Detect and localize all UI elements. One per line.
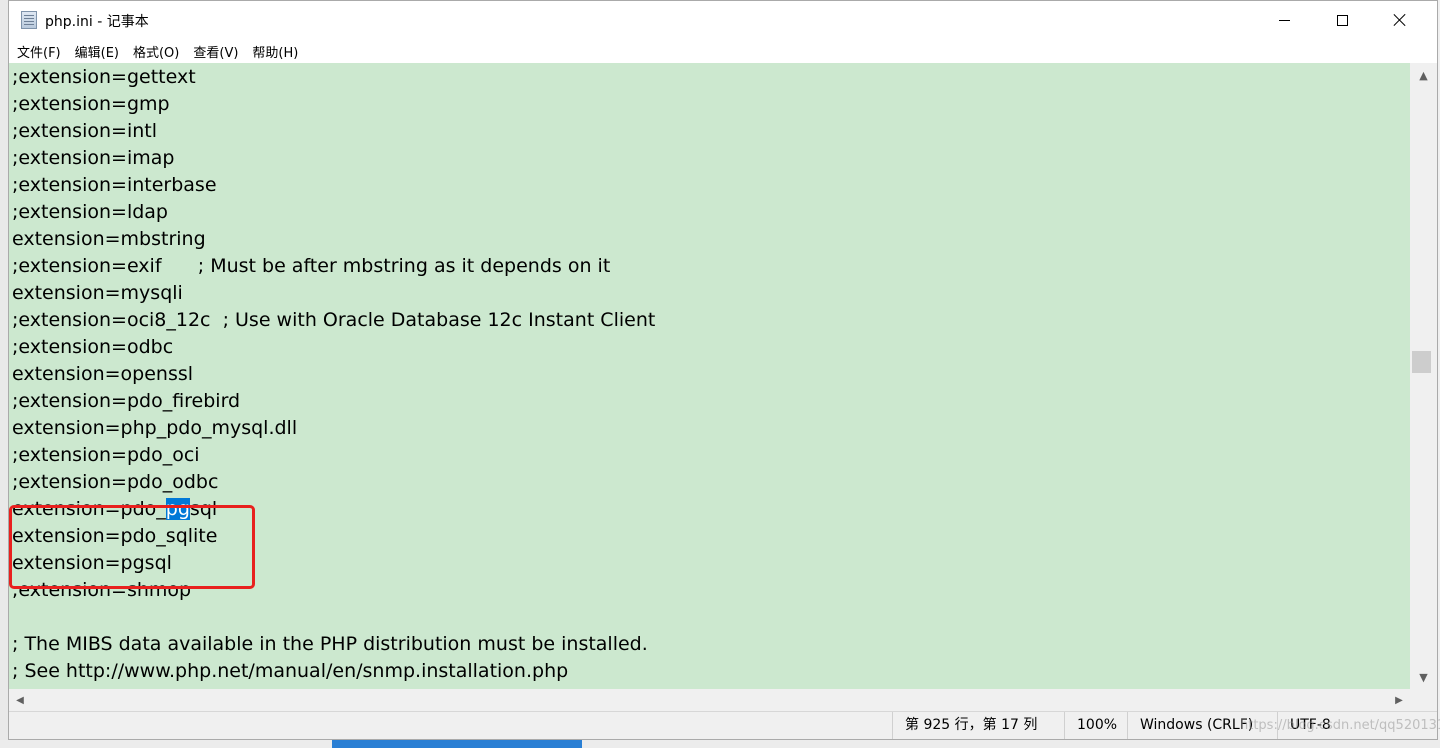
- cursor-position: 第 925 行，第 17 列: [892, 712, 1064, 739]
- code-line[interactable]: ;extension=oci8_12c ; Use with Oracle Da…: [12, 307, 655, 334]
- close-icon: [1393, 13, 1407, 27]
- code-text-before-selection: extension=pdo_: [12, 498, 166, 520]
- code-line-with-selection[interactable]: extension=pdo_pgsql: [12, 496, 217, 523]
- code-line[interactable]: ;extension=gettext: [12, 64, 196, 91]
- taskbar-strip: [0, 740, 1440, 748]
- notepad-app-icon: [21, 11, 37, 29]
- code-line[interactable]: ; See http://www.php.net/manual/en/snmp.…: [12, 658, 568, 685]
- zoom-level: 100%: [1064, 712, 1127, 739]
- notepad-window: php.ini - 记事本 文件(F) 编辑(E) 格式(O) 查看(V) 帮助…: [8, 0, 1438, 740]
- scrollbar-thumb[interactable]: [1412, 351, 1431, 373]
- text-editor-area[interactable]: ;extension=gettext ;extension=gmp ;exten…: [9, 63, 1410, 689]
- code-line[interactable]: extension=pdo_sqlite: [12, 523, 217, 550]
- watermark-text: https://blog.csdn.net/qq5201314xx: [1240, 718, 1440, 733]
- background-window-edge: [0, 0, 8, 748]
- code-line[interactable]: ;extension=ldap: [12, 199, 168, 226]
- scroll-down-icon[interactable]: ▼: [1410, 665, 1437, 689]
- scroll-right-icon[interactable]: ▶: [1388, 689, 1410, 711]
- code-line[interactable]: ;extension=odbc: [12, 334, 173, 361]
- code-line[interactable]: extension=php_pdo_mysql.dll: [12, 415, 297, 442]
- code-line[interactable]: extension=mbstring: [12, 226, 206, 253]
- window-title: php.ini - 记事本: [45, 14, 149, 30]
- scrollbar-corner: [1410, 689, 1437, 711]
- status-bar: 第 925 行，第 17 列 100% Windows (CRLF) UTF-8: [9, 711, 1437, 739]
- selected-text[interactable]: pg: [165, 498, 190, 520]
- maximize-button[interactable]: [1313, 1, 1371, 39]
- code-line[interactable]: ;extension=imap: [12, 145, 174, 172]
- code-text-after-selection: sql: [189, 498, 218, 520]
- title-bar[interactable]: php.ini - 记事本: [9, 1, 1437, 39]
- scroll-left-icon[interactable]: ◀: [9, 689, 31, 711]
- code-line[interactable]: ;extension=pdo_odbc: [12, 469, 218, 496]
- code-line[interactable]: extension=pgsql: [12, 550, 172, 577]
- maximize-icon: [1336, 14, 1348, 26]
- code-line[interactable]: ;extension=gmp: [12, 91, 170, 118]
- vertical-scrollbar[interactable]: ▲ ▼: [1410, 63, 1437, 689]
- code-line[interactable]: extension=openssl: [12, 361, 193, 388]
- code-line[interactable]: ;extension=pdo_firebird: [12, 388, 240, 415]
- menu-help[interactable]: 帮助(H): [246, 42, 304, 61]
- menu-format[interactable]: 格式(O): [127, 42, 185, 61]
- minimize-button[interactable]: [1255, 1, 1313, 39]
- close-button[interactable]: [1371, 1, 1429, 39]
- code-line[interactable]: extension=mysqli: [12, 280, 183, 307]
- menu-edit[interactable]: 编辑(E): [69, 42, 125, 61]
- code-line[interactable]: ; The MIBS data available in the PHP dis…: [12, 631, 648, 658]
- horizontal-scrollbar[interactable]: ◀ ▶: [9, 689, 1410, 711]
- code-line[interactable]: ;extension=interbase: [12, 172, 217, 199]
- menu-file[interactable]: 文件(F): [11, 42, 67, 61]
- code-line[interactable]: ;extension=intl: [12, 118, 157, 145]
- taskbar-active-item[interactable]: [332, 740, 582, 748]
- minimize-icon: [1278, 19, 1290, 21]
- menu-bar: 文件(F) 编辑(E) 格式(O) 查看(V) 帮助(H): [9, 39, 1437, 63]
- code-line[interactable]: ;extension=exif ; Must be after mbstring…: [12, 253, 610, 280]
- code-line[interactable]: ;extension=pdo_oci: [12, 442, 200, 469]
- scroll-up-icon[interactable]: ▲: [1410, 63, 1437, 87]
- menu-view[interactable]: 查看(V): [187, 42, 244, 61]
- code-line[interactable]: ;extension=shmop: [12, 577, 191, 604]
